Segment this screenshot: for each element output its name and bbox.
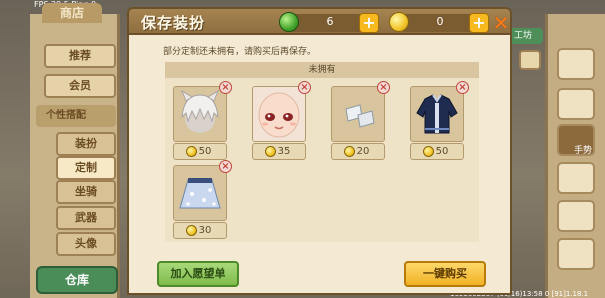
remove-icon[interactable]: × xyxy=(298,81,311,94)
remove-icon[interactable]: × xyxy=(377,81,390,94)
item-price: 35 xyxy=(252,143,306,160)
category-slot-6[interactable] xyxy=(557,238,595,270)
item-slot-face[interactable]: 35 × xyxy=(252,81,311,161)
price-value: 30 xyxy=(198,225,212,236)
menu-header-outfit[interactable]: 个性搭配 xyxy=(36,105,116,127)
section-title: 未拥有 xyxy=(165,62,479,78)
price-value: 35 xyxy=(277,146,291,157)
coin-icon xyxy=(186,146,197,157)
item-price: 20 xyxy=(331,143,385,160)
face-icon xyxy=(258,92,300,138)
jacket-icon xyxy=(416,94,458,134)
category-slot-1[interactable] xyxy=(557,48,595,80)
submenu-item-custom[interactable]: 定制 xyxy=(56,156,116,180)
add-coins-button[interactable]: + xyxy=(469,13,489,33)
coin-icon xyxy=(344,146,355,157)
item-card[interactable] xyxy=(173,86,227,142)
submenu-item-mount[interactable]: 坐骑 xyxy=(56,180,116,204)
item-card[interactable] xyxy=(173,165,227,221)
gesture-label: 手势 xyxy=(573,146,592,156)
coin-icon xyxy=(265,146,276,157)
dialog-header: 保存装扮 6 + 0 + ✕ xyxy=(127,7,512,35)
item-card[interactable] xyxy=(252,86,306,142)
green-gem-icon xyxy=(279,12,299,32)
coin-count: 0 xyxy=(436,15,444,28)
item-price: 30 xyxy=(173,222,227,239)
item-slot-gloves[interactable]: 20 × xyxy=(331,81,390,161)
coin-balance: 0 + xyxy=(389,12,489,33)
item-card[interactable] xyxy=(331,86,385,142)
white-hair-icon xyxy=(180,89,220,133)
category-slot-4[interactable] xyxy=(557,162,595,194)
menu-item-recommend[interactable]: 推荐 xyxy=(44,44,116,68)
buy-all-button[interactable]: 一键购买 xyxy=(404,261,486,287)
purchase-notice: 部分定制还未拥有，请购买后再保存。 xyxy=(163,47,317,57)
dialog-body: 部分定制还未拥有，请购买后再保存。 未拥有 50 × 35 × 20 × 50 … xyxy=(127,35,512,295)
price-value: 50 xyxy=(198,146,212,157)
submenu-item-weapon[interactable]: 武器 xyxy=(56,206,116,230)
price-value: 50 xyxy=(435,146,449,157)
gloves-icon xyxy=(345,104,375,128)
coin-icon xyxy=(423,146,434,157)
skirt-icon xyxy=(179,178,221,209)
price-value: 20 xyxy=(356,146,370,157)
item-slot-jacket[interactable]: 50 × xyxy=(410,81,469,161)
item-slot-hair[interactable]: 50 × xyxy=(173,81,232,161)
item-price: 50 xyxy=(173,143,227,160)
search-icon[interactable] xyxy=(519,50,541,70)
add-gems-button[interactable]: + xyxy=(359,13,379,33)
gem-balance: 6 + xyxy=(279,12,379,33)
gold-coin-icon xyxy=(389,12,409,32)
remove-icon[interactable]: × xyxy=(456,81,469,94)
category-slot-5[interactable] xyxy=(557,200,595,232)
shop-title: 商店 xyxy=(42,3,102,23)
item-price: 50 xyxy=(410,143,464,160)
remove-icon[interactable]: × xyxy=(219,160,232,173)
item-slot-skirt[interactable]: 30 × xyxy=(173,160,232,240)
submenu-item-avatar[interactable]: 头像 xyxy=(56,232,116,256)
add-to-wishlist-button[interactable]: 加入愿望单 xyxy=(157,261,239,287)
warehouse-button[interactable]: 仓库 xyxy=(36,266,118,294)
item-card[interactable] xyxy=(410,86,464,142)
category-slot-2[interactable] xyxy=(557,88,595,120)
menu-item-vip[interactable]: 会员 xyxy=(44,74,116,98)
close-icon[interactable]: ✕ xyxy=(491,13,511,33)
save-outfit-dialog: 保存装扮 6 + 0 + ✕ 部分定制还未拥有，请购买后再保存。 未拥有 50 … xyxy=(127,7,512,295)
submenu-item-dress[interactable]: 装扮 xyxy=(56,132,116,156)
dialog-title: 保存装扮 xyxy=(141,14,206,32)
gem-count: 6 xyxy=(326,15,334,28)
remove-icon[interactable]: × xyxy=(219,81,232,94)
coin-icon xyxy=(186,225,197,236)
unowned-section: 未拥有 50 × 35 × 20 × 50 × 30 × xyxy=(165,62,479,242)
